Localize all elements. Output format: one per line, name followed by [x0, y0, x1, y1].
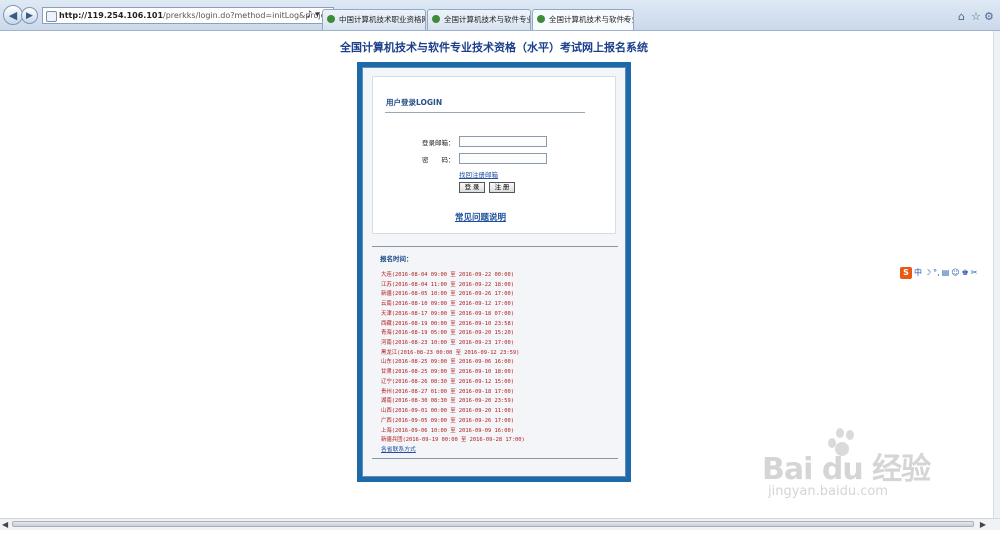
home-icon[interactable]: ⌂	[958, 10, 965, 23]
page-title: 全国计算机技术与软件专业技术资格（水平）考试网上报名系统	[340, 41, 648, 54]
schedule-section: 报名时间： 大连(2016-08-04 09:00 至 2016-09-22 0…	[372, 246, 622, 459]
schedule-row: 山西(2016-09-01 00:00 至 2016-09-20 11:00)	[381, 408, 515, 415]
divider	[385, 112, 585, 113]
schedule-row: 贵州(2016-08-27 01:00 至 2016-09-18 17:00)	[381, 388, 515, 395]
schedule-row: 广西(2016-09-05 09:00 至 2016-09-26 17:00)	[381, 417, 515, 424]
watermark: Bai du 经验 jingyan.baidu.com	[762, 428, 931, 499]
tab-label: 中国计算机技术职业资格网 | ...	[339, 15, 426, 24]
password-label: 密 码：	[422, 156, 455, 164]
scroll-left-icon[interactable]: ◀	[2, 519, 8, 530]
schedule-row: 山东(2016-08-25 09:00 至 2016-09-06 16:00)	[381, 359, 515, 366]
schedule-row: 青海(2016-08-19 05:00 至 2016-09-20 15:20)	[381, 330, 515, 337]
punctuation-icon[interactable]: °,	[933, 267, 940, 279]
register-button[interactable]: 注 册	[489, 182, 515, 193]
schedule-row: 黑龙江(2016-08-23 00:00 至 2016-09-12 23:59)	[381, 349, 520, 356]
keyboard-icon[interactable]: ▤	[942, 267, 950, 279]
schedule-row: 西藏(2016-08-19 00:00 至 2016-09-10 23:58)	[381, 320, 515, 327]
back-icon[interactable]: ◀	[3, 5, 23, 25]
email-label: 登录邮箱：	[422, 139, 455, 147]
tools-icon[interactable]: ✂	[971, 267, 978, 279]
paw-icon	[824, 428, 858, 458]
divider	[372, 246, 618, 247]
tab-favicon-icon	[537, 15, 545, 23]
password-field[interactable]	[459, 153, 547, 164]
divider	[372, 457, 618, 459]
tab-3-active[interactable]: 全国计算机技术与软件专业... ×	[532, 9, 634, 30]
login-box: 用户登录LOGIN 登录邮箱： 密 码： 找回注册邮箱 登 录 注 册 常见问题…	[372, 76, 616, 234]
forward-icon[interactable]: ▶	[21, 7, 38, 24]
recover-email-link[interactable]: 找回注册邮箱	[459, 169, 498, 179]
moon-icon[interactable]: ☽	[924, 267, 931, 279]
scroll-right-icon[interactable]: ▶	[980, 519, 986, 530]
shirt-icon[interactable]: ♚	[962, 267, 969, 279]
browser-chrome: ◀ ▶ http://119.254.106.101/prerkks/login…	[0, 0, 1000, 31]
address-host: http://119.254.106.101	[59, 11, 164, 20]
horizontal-scrollbar[interactable]: ◀ ▶	[0, 518, 1000, 530]
faq-link[interactable]: 常见问题说明	[455, 211, 506, 223]
schedule-row: 湖南(2016-08-30 08:30 至 2016-09-20 23:59)	[381, 398, 515, 405]
skin-icon[interactable]: ☺	[951, 267, 959, 279]
ime-mode[interactable]: 中	[914, 267, 922, 279]
schedule-row: 天津(2016-08-17 09:00 至 2016-09-18 07:00)	[381, 310, 515, 317]
email-field[interactable]	[459, 136, 547, 147]
tab-label: 全国计算机技术与软件专业...	[549, 15, 633, 24]
schedule-row: 江苏(2016-08-04 11:00 至 2016-09-22 18:00)	[381, 281, 515, 288]
tab-label: 全国计算机技术与软件专业技...	[444, 15, 531, 24]
tab-1[interactable]: 中国计算机技术职业资格网 | ...	[322, 9, 426, 30]
schedule-row: 甘肃(2016-08-25 09:00 至 2016-09-10 18:00)	[381, 369, 515, 376]
scroll-thumb[interactable]	[12, 521, 974, 527]
schedule-list: 大连(2016-08-04 09:00 至 2016-09-22 00:00) …	[381, 271, 622, 446]
province-contacts-link[interactable]: 各省联系方式	[381, 446, 622, 455]
schedule-title: 报名时间：	[380, 255, 413, 263]
ime-logo-icon[interactable]: S	[900, 267, 912, 279]
tab-favicon-icon	[432, 15, 440, 23]
tab-favicon-icon	[327, 15, 335, 23]
address-bar[interactable]: http://119.254.106.101/prerkks/login.do?…	[42, 7, 334, 24]
tools-icon[interactable]: ⚙	[984, 10, 994, 23]
schedule-row: 新疆兵团(2016-09-19 00:00 至 2016-09-28 17:00…	[381, 437, 525, 444]
schedule-row: 辽宁(2016-08-26 08:30 至 2016-09-12 15:00)	[381, 378, 515, 385]
login-frame: 用户登录LOGIN 登录邮箱： 密 码： 找回注册邮箱 登 录 注 册 常见问题…	[357, 62, 631, 482]
tab-2[interactable]: 全国计算机技术与软件专业技...	[427, 9, 531, 30]
ime-toolbar[interactable]: S 中 ☽ °, ▤ ☺ ♚ ✂	[900, 266, 978, 280]
schedule-row: 河南(2016-08-23 10:00 至 2016-09-23 17:00)	[381, 340, 515, 347]
schedule-row: 上海(2016-09-06 10:00 至 2016-09-09 16:00)	[381, 427, 515, 434]
favorites-icon[interactable]: ☆	[971, 10, 981, 23]
schedule-row: 新疆(2016-08-05 10:00 至 2016-09-26 17:00)	[381, 291, 515, 298]
vertical-scrollbar[interactable]	[993, 31, 1000, 519]
login-frame-inner: 用户登录LOGIN 登录邮箱： 密 码： 找回注册邮箱 登 录 注 册 常见问题…	[362, 67, 626, 477]
login-heading: 用户登录LOGIN	[386, 98, 443, 107]
schedule-row: 大连(2016-08-04 09:00 至 2016-09-22 00:00)	[381, 272, 515, 278]
tab-close-icon[interactable]: ×	[622, 10, 629, 29]
login-button[interactable]: 登 录	[459, 182, 485, 193]
page-icon	[46, 11, 57, 22]
schedule-row: 云南(2016-08-10 09:00 至 2016-09-12 17:00)	[381, 301, 515, 308]
